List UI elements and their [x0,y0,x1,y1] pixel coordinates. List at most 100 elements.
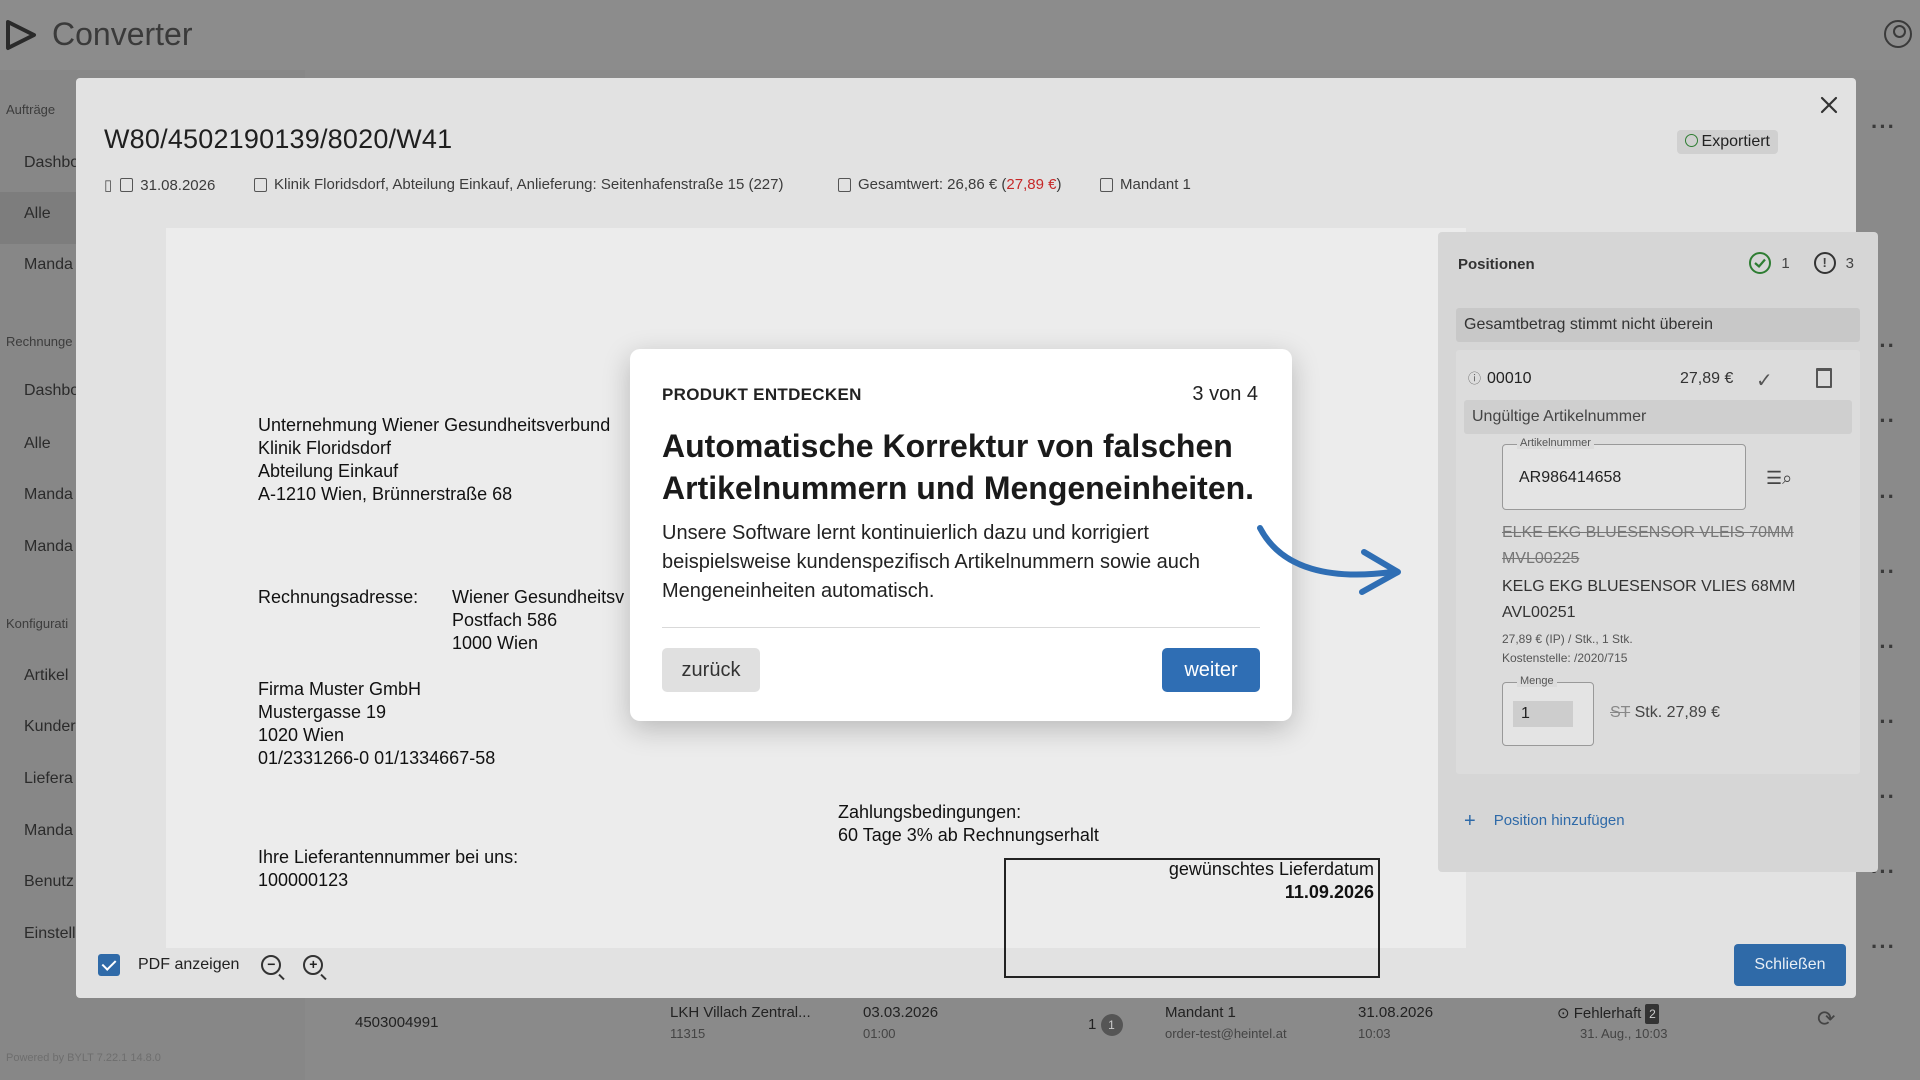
dialog-title: W80/4502190139/8020/W41 [104,124,453,154]
search-list-icon[interactable]: ☰⌕ [1766,468,1792,489]
order-time: 01:00 [863,1026,896,1041]
close-icon[interactable] [1816,92,1842,118]
meta-total-prefix: Gesamtwert: 26,86 € ( [858,176,1007,193]
sidebar-item-users[interactable]: Benutz [24,873,74,891]
status-badge: ⊙ Fehlerhaft 2 [1557,1004,1660,1024]
building-icon [254,177,267,192]
sidebar-item-settings[interactable]: Einstell [24,925,76,943]
meta-mandant: Mandant 1 [1100,176,1191,193]
user-account-icon[interactable] [1884,20,1912,48]
delivery-time: 10:03 [1358,1026,1391,1041]
sidebar-item-customers[interactable]: Kunder [24,718,76,736]
quantity-label: Menge [1517,675,1557,687]
positions-stats: 1 ! 3 [1749,252,1854,274]
check-circle-icon [1684,134,1698,147]
doc-delivery-label: gewünschtes Lieferdatum [1168,859,1374,879]
positions-ok-count: 1 [1781,254,1790,272]
delivery-date: 31.08.2026 [1358,1004,1434,1021]
add-position-button[interactable]: + Position hinzufügen [1464,810,1625,833]
sidebar-item-invoices-all[interactable]: Alle [24,435,51,453]
zoom-out-icon[interactable]: − [261,955,282,975]
position-count: 1 1 [1088,1014,1123,1036]
article-number-value: AR986414658 [1519,469,1622,486]
document-icon [838,177,851,192]
sidebar-heading-invoices: Rechnunge [6,334,73,349]
positions-title: Positionen [1458,256,1535,273]
confirm-check-icon[interactable]: ✓ [1756,368,1773,393]
meta-total-red: 27,89 € [1006,176,1057,193]
article-number-label: Artikelnummer [1517,437,1594,449]
order-number: 4503004991 [355,1014,439,1031]
meta-mandant-value: Mandant 1 [1120,176,1191,193]
plus-icon: + [1464,810,1476,832]
row-menu-icon[interactable]: ··· [1871,114,1896,140]
sidebar-heading-orders: Aufträge [6,102,56,117]
logo-icon [6,20,36,50]
zoom-in-icon[interactable]: + [303,955,324,975]
status-timestamp: 31. Aug., 10:03 [1580,1026,1668,1041]
doc-delivery-date: 11.09.2026 [1284,882,1374,902]
error-clock-icon: ⊙ [1557,1005,1570,1022]
sidebar-item-invoices-dashboard[interactable]: Dashbo [24,382,79,400]
position-count-value: 1 [1088,1016,1097,1033]
back-button[interactable]: zurück [662,648,760,692]
new-product-name: KELG EKG BLUESENSOR VLIES 68MM [1502,578,1796,595]
next-button[interactable]: weiter [1162,648,1260,692]
sidebar-item-suppliers[interactable]: Liefera [24,770,73,788]
product-price-detail: 27,89 € (IP) / Stk., 1 Stk. [1502,632,1633,646]
add-position-label: Position hinzufügen [1493,812,1625,829]
inbox-icon [1100,177,1113,192]
product-tour-popover: PRODUKT ENTDECKEN 3 von 4 Automatische K… [630,349,1292,721]
meta-total-suffix: ) [1056,176,1062,193]
quantity-unit: ST Stk. 27,89 € [1610,704,1720,722]
close-button[interactable]: Schließen [1734,944,1846,986]
sidebar-item-articles[interactable]: Artikel [24,667,68,685]
invalid-article-warning: Ungültige Artikelnummer [1464,400,1852,434]
product-cost-center: Kostenstelle: /2020/715 [1502,651,1628,665]
trash-icon[interactable] [1816,368,1832,388]
quantity-field[interactable]: Menge 1 [1502,675,1594,746]
meta-date-value: 31.08.2026 [140,176,216,194]
row-menu-icon[interactable]: ··· [1871,934,1896,960]
sidebar-footer: Powered by BYLT 7.22.1 14.8.0 [6,1052,161,1064]
calendar-icon [120,178,134,192]
meta-total: Gesamtwert: 26,86 € (27,89 €) [838,176,1061,193]
tour-title: Automatische Korrektur von falschen Arti… [662,428,1255,506]
article-number-field[interactable]: Artikelnummer AR986414658 [1502,437,1746,510]
sync-icon[interactable]: ⟳ [1817,1006,1835,1032]
pdf-label: PDF anzeigen [138,956,240,973]
customer-number: 11315 [670,1026,706,1041]
meta-address-value: Klinik Floridsdorf, Abteilung Einkauf, A… [274,176,784,193]
top-bar: Converter [0,0,1920,70]
sidebar-heading-config: Konfigurati [6,616,69,631]
sidebar-item-orders-mandant[interactable]: Manda [24,256,73,274]
doc-supplier-address: Firma Muster GmbH Mustergasse 19 1020 Wi… [258,679,496,768]
old-product-name: ELKE EKG BLUESENSOR VLEIS 70MM [1502,524,1794,541]
check-circle-icon [1749,252,1772,274]
position-card: ⓘ 00010 27,89 € ✓ Ungültige Artikelnummer… [1456,350,1860,774]
position-id-value: 00010 [1487,370,1532,387]
position-count-badge: 1 [1100,1014,1123,1036]
doc-payment-terms: Zahlungsbedingungen: 60 Tage 3% ab Rechn… [838,802,1099,845]
sidebar-item-orders-all[interactable]: Alle [24,205,51,223]
doc-supplier-number: Ihre Lieferantennummer bei uns: 10000012… [258,847,519,890]
phone-icon: ▯ [104,177,113,194]
customer-name: LKH Villach Zentral... [670,1004,811,1021]
table-row[interactable]: 4503004991 LKH Villach Zentral... 11315 … [305,1000,1920,1070]
sidebar-item-invoices-mandant-1[interactable]: Manda [24,486,73,504]
pdf-checkbox[interactable] [98,954,120,976]
quantity-value[interactable]: 1 [1513,701,1573,727]
sidebar-item-orders-dashboard[interactable]: Dashbo [24,154,79,172]
status-label: Fehlerhaft [1573,1005,1642,1022]
row-mandant: Mandant 1 [1165,1004,1236,1021]
sidebar-item-mandants[interactable]: Manda [24,822,73,840]
positions-panel: Positionen 1 ! 3 Gesamtbetrag stimmt nic… [1438,232,1878,872]
doc-billing-label: Rechnungsadresse: [258,587,419,607]
doc-billing-address: Wiener Gesundheitsv Postfach 586 1000 Wi… [452,587,625,653]
warning-circle-icon: ! [1813,252,1836,274]
tour-eyebrow: PRODUKT ENTDECKEN [662,385,862,404]
row-email: order-test@heintel.at [1165,1026,1287,1041]
positions-warn-count: 3 [1845,254,1854,272]
doc-delivery-box: gewünschtes Lieferdatum 11.09.2026 [1004,858,1380,978]
sidebar-item-invoices-mandant-2[interactable]: Manda [24,538,73,556]
